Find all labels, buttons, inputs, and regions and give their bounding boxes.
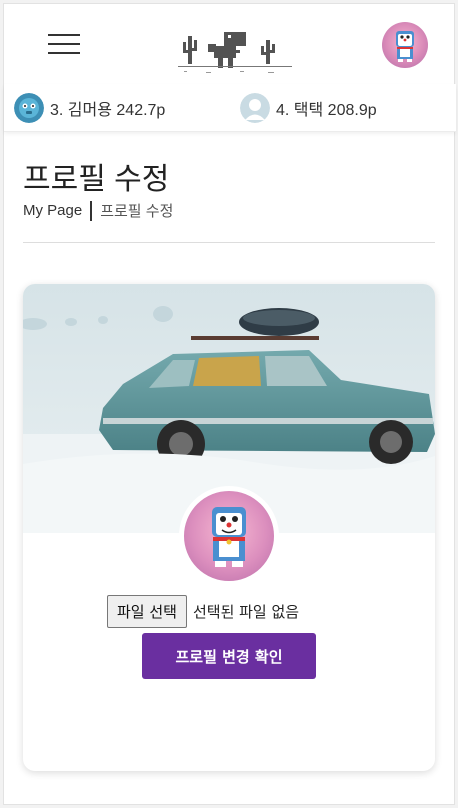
confirm-profile-change-button[interactable]: 프로필 변경 확인 xyxy=(142,633,316,679)
default-user-avatar-icon xyxy=(240,93,270,123)
profile-avatar-image xyxy=(179,486,279,586)
breadcrumb: My Page 프로필 수정 xyxy=(23,200,173,221)
profile-edit-card: 파일 선택 선택된 파일 없음 프로필 변경 확인 xyxy=(23,284,435,771)
page-title: 프로필 수정 xyxy=(23,163,170,196)
user-avatar-icon[interactable] xyxy=(382,22,428,68)
breadcrumb-root-link[interactable]: My Page xyxy=(23,202,82,219)
breadcrumb-current: 프로필 수정 xyxy=(100,203,174,220)
breadcrumb-separator xyxy=(90,200,93,221)
ranking-ticker: 3. 김머용 242.7p 4. 택택 208.9p xyxy=(4,84,456,132)
file-upload-row: 파일 선택 선택된 파일 없음 xyxy=(107,595,299,628)
hamburger-menu-icon[interactable] xyxy=(48,32,80,56)
rank-item-label: 4. 택택 208.9p xyxy=(276,102,377,119)
rank-item-4[interactable]: 4. 택택 208.9p xyxy=(240,92,377,124)
rank-item-3[interactable]: 3. 김머용 242.7p xyxy=(14,92,165,124)
top-header xyxy=(4,4,456,84)
file-status-text: 선택된 파일 없음 xyxy=(192,603,300,621)
section-divider xyxy=(23,242,435,243)
page-frame: 3. 김머용 242.7p 4. 택택 208.9p 프로필 수정 My Pag… xyxy=(3,3,456,805)
dinosaur-logo-icon[interactable] xyxy=(178,26,292,76)
blue-creature-avatar-icon xyxy=(14,93,44,123)
rank-item-label: 3. 김머용 242.7p xyxy=(50,102,166,119)
choose-file-button[interactable]: 파일 선택 xyxy=(107,595,187,628)
